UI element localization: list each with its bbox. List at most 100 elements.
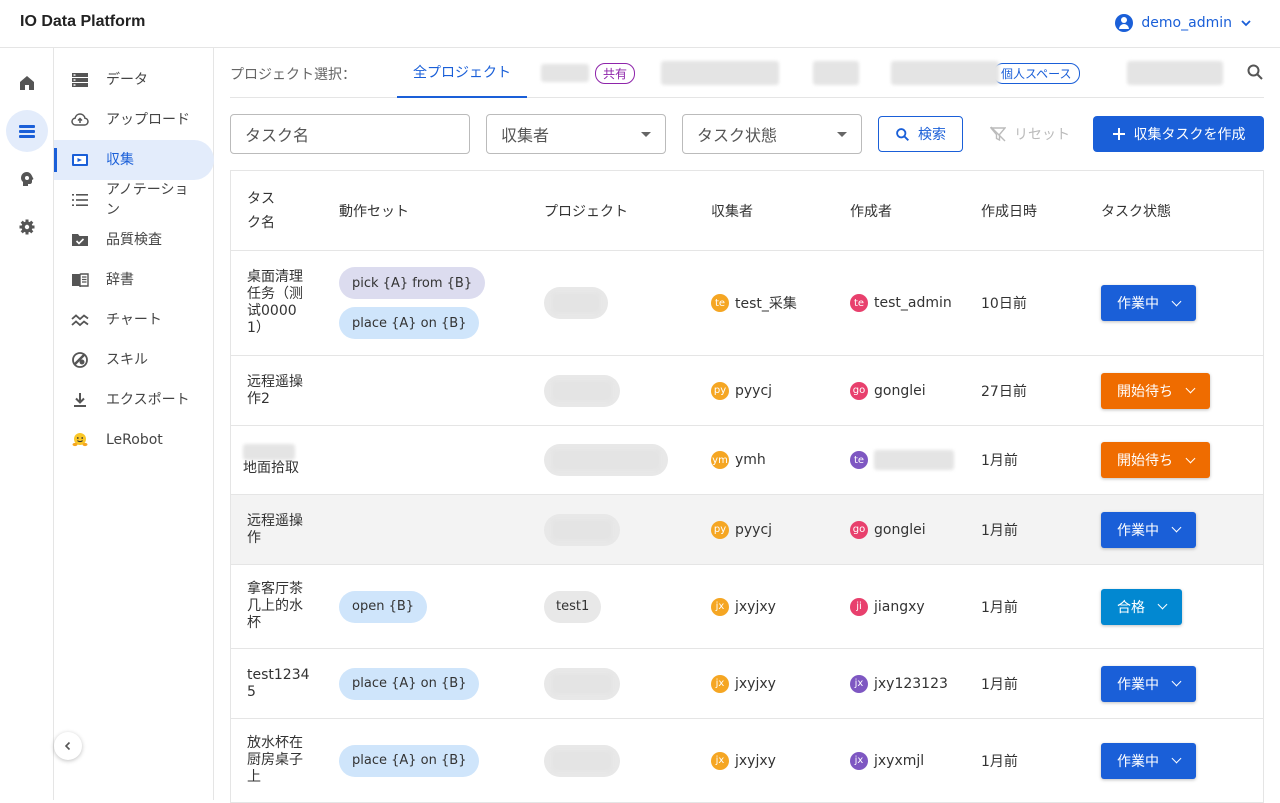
sidebar: データ アップロード 収集 アノテーション 品質検査 辞書 チャート スキル エ… xyxy=(54,48,214,800)
task-table: タスク名 動作セット プロジェクト 収集者 作成者 作成日時 タスク状態 桌面清… xyxy=(230,170,1264,803)
collector-name: jxyjxy xyxy=(735,752,776,769)
status-cell: 開始待ち xyxy=(1101,356,1210,425)
table-row[interactable]: 桌面清理任务（测试00001） pick {A} from {B} place … xyxy=(231,251,1263,356)
status-dropdown[interactable]: 作業中 xyxy=(1101,742,1196,779)
status-dropdown[interactable]: 開始待ち xyxy=(1101,372,1210,409)
video-camera-icon xyxy=(70,150,90,170)
project-chip xyxy=(544,513,620,546)
search-button[interactable]: 検索 xyxy=(878,116,963,152)
search-icon xyxy=(896,127,909,141)
table-row[interactable]: 远程遥操作2 py pyycj go gonglei 27日前 開始待ち xyxy=(231,356,1263,426)
task-name[interactable]: test12345 xyxy=(247,649,311,718)
project-search-button[interactable] xyxy=(1246,63,1264,85)
download-icon xyxy=(70,390,90,410)
book-icon xyxy=(70,270,90,290)
collector-name: pyycj xyxy=(735,382,773,399)
task-name-input[interactable]: タスク名 xyxy=(230,114,470,154)
collector-name: pyycj xyxy=(735,521,773,538)
chevron-left-icon xyxy=(64,741,71,751)
redacted-project-name xyxy=(891,61,999,85)
collector-cell: te test_采集 xyxy=(711,251,797,355)
task-name[interactable]: 远程遥操作2 xyxy=(247,356,311,425)
tab-shared-project[interactable]: 共有 xyxy=(541,48,636,98)
sidebar-item-collect[interactable]: 収集 xyxy=(54,140,214,180)
status-dropdown[interactable]: 合格 xyxy=(1101,588,1182,625)
task-name[interactable]: 拿客厅茶几上的水杯 xyxy=(247,565,311,648)
sidebar-item-dictionary[interactable]: 辞書 xyxy=(54,260,214,300)
sidebar-item-lerobot[interactable]: LeRobot xyxy=(54,420,214,460)
column-header-created-at: 作成日時 xyxy=(981,204,1037,220)
top-bar: IO Data Platform demo_admin xyxy=(0,0,1280,48)
table-row[interactable]: 放水杯在厨房桌子上 place {A} on {B} jx jxyjxy jx … xyxy=(231,719,1263,803)
creator-name: gonglei xyxy=(874,382,926,399)
status-dropdown[interactable]: 作業中 xyxy=(1101,665,1196,702)
chevron-down-icon xyxy=(1171,522,1182,533)
status-dropdown[interactable]: 開始待ち xyxy=(1101,442,1210,478)
chevron-down-icon xyxy=(1185,453,1196,463)
sidebar-item-quality[interactable]: 品質検査 xyxy=(54,220,214,260)
sidebar-item-skill[interactable]: スキル xyxy=(54,340,214,380)
task-name[interactable]: 地面拾取 xyxy=(243,426,307,494)
collector-cell: jx jxyjxy xyxy=(711,565,776,648)
create-task-button[interactable]: 収集タスクを作成 xyxy=(1093,116,1264,152)
creator-name: test_admin xyxy=(874,295,952,311)
action-chip: open {B} xyxy=(339,590,428,623)
tab-personal-project[interactable]: 個人スペース xyxy=(891,48,1080,98)
tab-project[interactable] xyxy=(661,48,779,98)
personal-space-tag: 個人スペース xyxy=(993,62,1080,84)
reset-button[interactable]: リセット xyxy=(984,116,1076,152)
project-cell xyxy=(544,495,620,564)
action-set: open {B} xyxy=(339,565,428,648)
project-cell xyxy=(544,649,620,718)
avatar: te xyxy=(711,294,729,312)
status-label: 作業中 xyxy=(1117,296,1159,312)
task-name[interactable]: 远程遥操作 xyxy=(247,495,311,564)
created-date: 1月前 xyxy=(981,522,1018,539)
collector-select[interactable]: 収集者 xyxy=(486,114,666,154)
sidebar-item-data[interactable]: データ xyxy=(54,60,214,100)
status-dropdown[interactable]: 作業中 xyxy=(1101,285,1196,321)
creator-cell: go gonglei xyxy=(850,495,926,564)
table-row[interactable]: test12345 place {A} on {B} jx jxyjxy jx … xyxy=(231,649,1263,719)
avatar: jx xyxy=(711,674,729,693)
project-chip xyxy=(544,287,608,319)
redacted-project-name xyxy=(661,61,779,85)
tab-project[interactable] xyxy=(1127,48,1223,98)
rail-list[interactable] xyxy=(6,110,48,152)
status-label: 作業中 xyxy=(1117,753,1159,770)
sidebar-item-label: LeRobot xyxy=(106,432,163,448)
rail-settings[interactable] xyxy=(6,206,48,248)
status-dropdown[interactable]: 作業中 xyxy=(1101,511,1196,548)
collector-name: ymh xyxy=(735,452,766,468)
rail-home[interactable] xyxy=(6,62,48,104)
table-row[interactable]: 拿客厅茶几上的水杯 open {B} test1 jx jxyjxy ji ji… xyxy=(231,565,1263,649)
tab-project[interactable] xyxy=(813,48,859,98)
collapse-sidebar-button[interactable] xyxy=(54,732,82,760)
status-select[interactable]: タスク状態 xyxy=(682,114,862,154)
user-name: demo_admin xyxy=(1141,15,1232,31)
redacted-project-name xyxy=(541,64,589,82)
task-name[interactable]: 桌面清理任务（测试00001） xyxy=(247,251,311,355)
creator-cell: te test_admin xyxy=(850,251,952,355)
sidebar-item-annotation[interactable]: アノテーション xyxy=(54,180,214,220)
sidebar-item-label: 品質検査 xyxy=(106,232,162,248)
sidebar-item-export[interactable]: エクスポート xyxy=(54,380,214,420)
user-menu[interactable]: demo_admin xyxy=(1115,14,1252,32)
collector-name: jxyjxy xyxy=(735,598,776,615)
redacted-task-name xyxy=(243,443,295,460)
tab-all-projects[interactable]: 全プロジェクト xyxy=(397,48,527,98)
table-row[interactable]: 远程遥操作 py pyycj go gonglei 1月前 作業中 xyxy=(231,495,1263,565)
sidebar-item-chart[interactable]: チャート xyxy=(54,300,214,340)
creator-cell: jx jxy123123 xyxy=(850,649,948,718)
column-header-action-set: 動作セット xyxy=(339,204,409,220)
chevron-down-icon xyxy=(1171,753,1182,764)
redacted-project xyxy=(552,673,612,694)
project-chip xyxy=(544,444,668,476)
cloud-upload-icon xyxy=(70,110,90,130)
created-date: 27日前 xyxy=(981,383,1027,400)
task-name[interactable]: 放水杯在厨房桌子上 xyxy=(247,719,311,802)
rail-brain[interactable] xyxy=(6,158,48,200)
table-row[interactable]: 地面拾取 ym ymh te 1月前 開始待ち xyxy=(231,426,1263,495)
sidebar-item-label: データ xyxy=(106,72,148,88)
sidebar-item-upload[interactable]: アップロード xyxy=(54,100,214,140)
